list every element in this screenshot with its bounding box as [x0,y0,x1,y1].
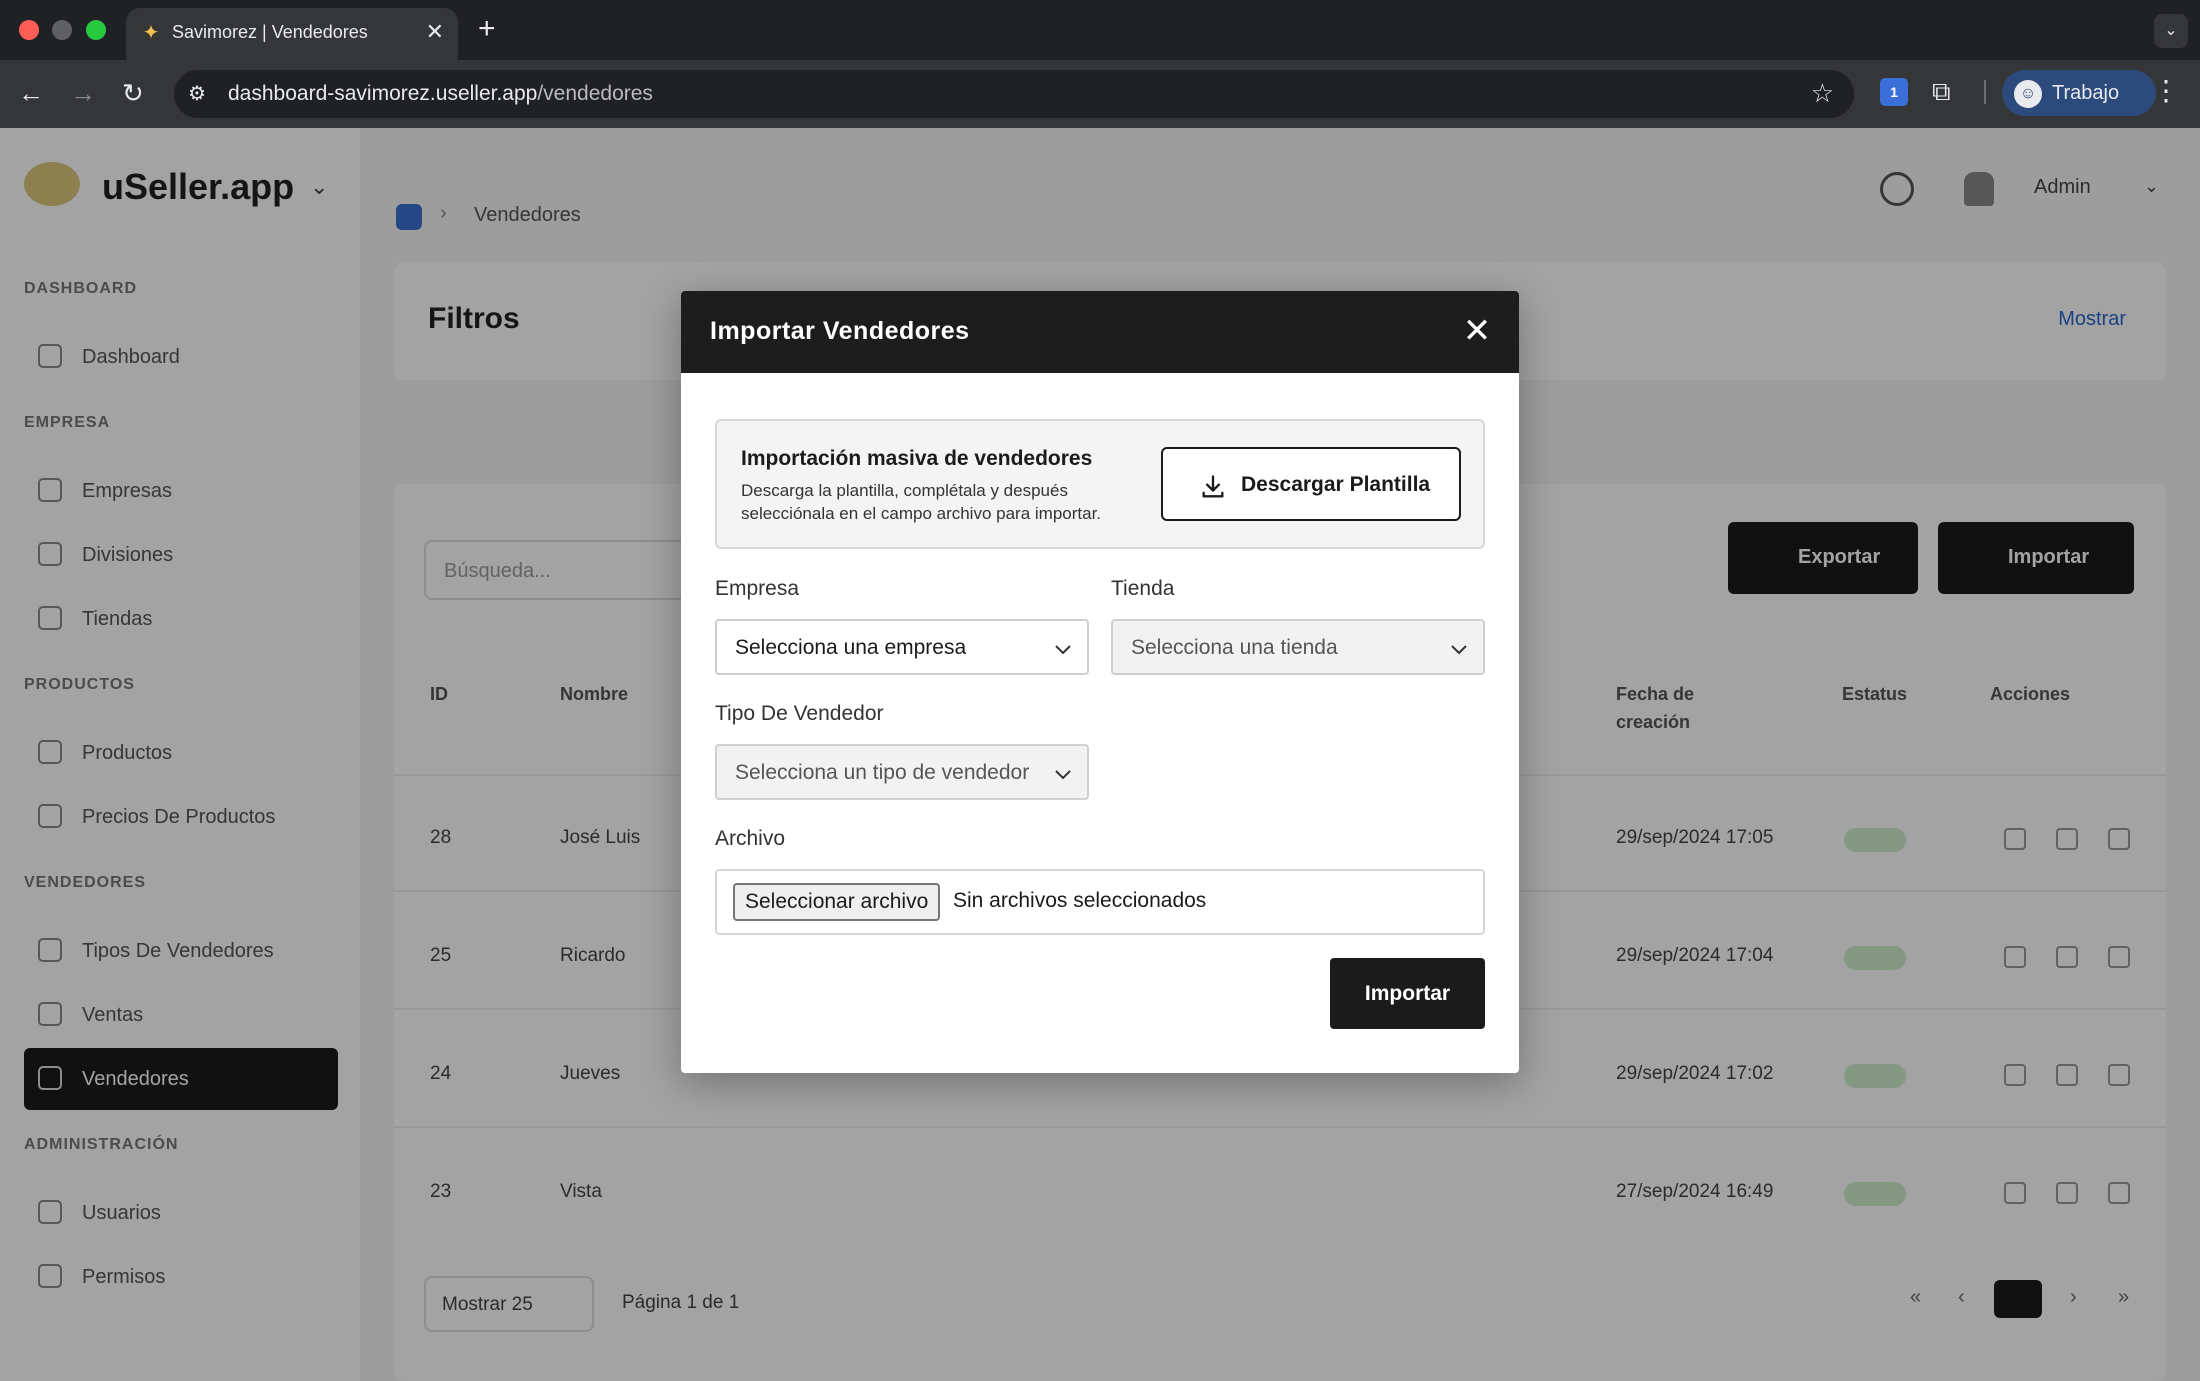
extension-icon[interactable]: 1 [1880,78,1908,106]
close-icon[interactable]: ✕ [1457,311,1497,351]
bookmark-star-icon[interactable]: ☆ [1811,78,1834,108]
reload-icon[interactable]: ↻ [122,78,144,108]
tienda-select[interactable]: Selecciona una tienda [1111,619,1485,675]
dashboard-page: uSeller.app ⌄ DASHBOARD Dashboard EMPRES… [0,128,2200,1381]
browser-tab[interactable]: ✦ Savimorez | Vendedores ✕ [126,8,458,60]
window-minimize-button[interactable] [52,20,72,40]
file-input: Seleccionar archivo Sin archivos selecci… [715,869,1485,935]
tipo-vendedor-select-value: Selecciona un tipo de vendedor [735,761,1030,784]
tab-close-icon[interactable]: ✕ [426,18,444,46]
address-bar[interactable]: ⚙ dashboard-savimorez.useller.app/vended… [174,70,1854,118]
empresa-label: Empresa [715,577,800,600]
file-status: Sin archivos seleccionados [953,889,1207,912]
toolbar-divider [1984,80,1986,104]
tab-title: Savimorez | Vendedores [172,22,368,42]
window-maximize-button[interactable] [86,20,106,40]
extensions-puzzle-icon[interactable]: ⧉ [1932,76,1951,106]
archivo-label: Archivo [715,827,786,850]
profile-avatar-icon: ☺ [2014,80,2042,108]
chevron-down-icon [1055,770,1071,780]
empresa-select-value: Selecciona una empresa [735,636,967,659]
tab-search-chevron-icon[interactable]: ⌄ [2154,14,2188,48]
download-template-button[interactable]: Descargar Plantilla [1161,447,1461,521]
modal-title: Importar Vendedores [710,317,970,345]
bulk-import-info: Importación masiva de vendedores Descarg… [715,419,1485,549]
profile-label: Trabajo [2052,82,2120,104]
info-text: Descarga la plantilla, complétala y desp… [741,481,1102,523]
choose-file-button[interactable]: Seleccionar archivo [733,883,941,921]
chevron-down-icon [1451,645,1467,655]
modal-header: Importar Vendedores ✕ [681,291,1519,373]
tipo-vendedor-select[interactable]: Selecciona un tipo de vendedor [715,744,1089,800]
forward-arrow-icon[interactable]: → [70,78,96,108]
favicon-icon: ✦ [142,22,160,44]
url-text[interactable]: dashboard-savimorez.useller.app/vendedor… [228,82,653,106]
import-submit-button[interactable]: Importar [1330,958,1485,1029]
new-tab-button[interactable]: + [478,12,496,46]
browser-tab-strip: ✦ Savimorez | Vendedores ✕ + ⌄ [0,0,2200,60]
tienda-select-value: Selecciona una tienda [1131,636,1338,659]
profile-button[interactable]: ☺ Trabajo [2002,70,2156,116]
info-title: Importación masiva de vendedores [741,447,1093,470]
window-close-button[interactable] [19,20,39,40]
site-settings-icon[interactable]: ⚙ [188,80,206,108]
chevron-down-icon [1055,645,1071,655]
back-arrow-icon[interactable]: ← [18,78,44,108]
tienda-label: Tienda [1111,577,1175,600]
browser-toolbar: ← → ↻ ⚙ dashboard-savimorez.useller.app/… [0,60,2200,128]
empresa-select[interactable]: Selecciona una empresa [715,619,1089,675]
download-template-label: Descargar Plantilla [1241,473,1431,496]
import-vendors-modal: Importar Vendedores ✕ Importación masiva… [681,291,1519,1073]
tipo-vendedor-label: Tipo De Vendedor [715,702,884,725]
browser-menu-icon[interactable]: ⋮ [2152,76,2180,106]
download-icon [1202,475,1224,498]
